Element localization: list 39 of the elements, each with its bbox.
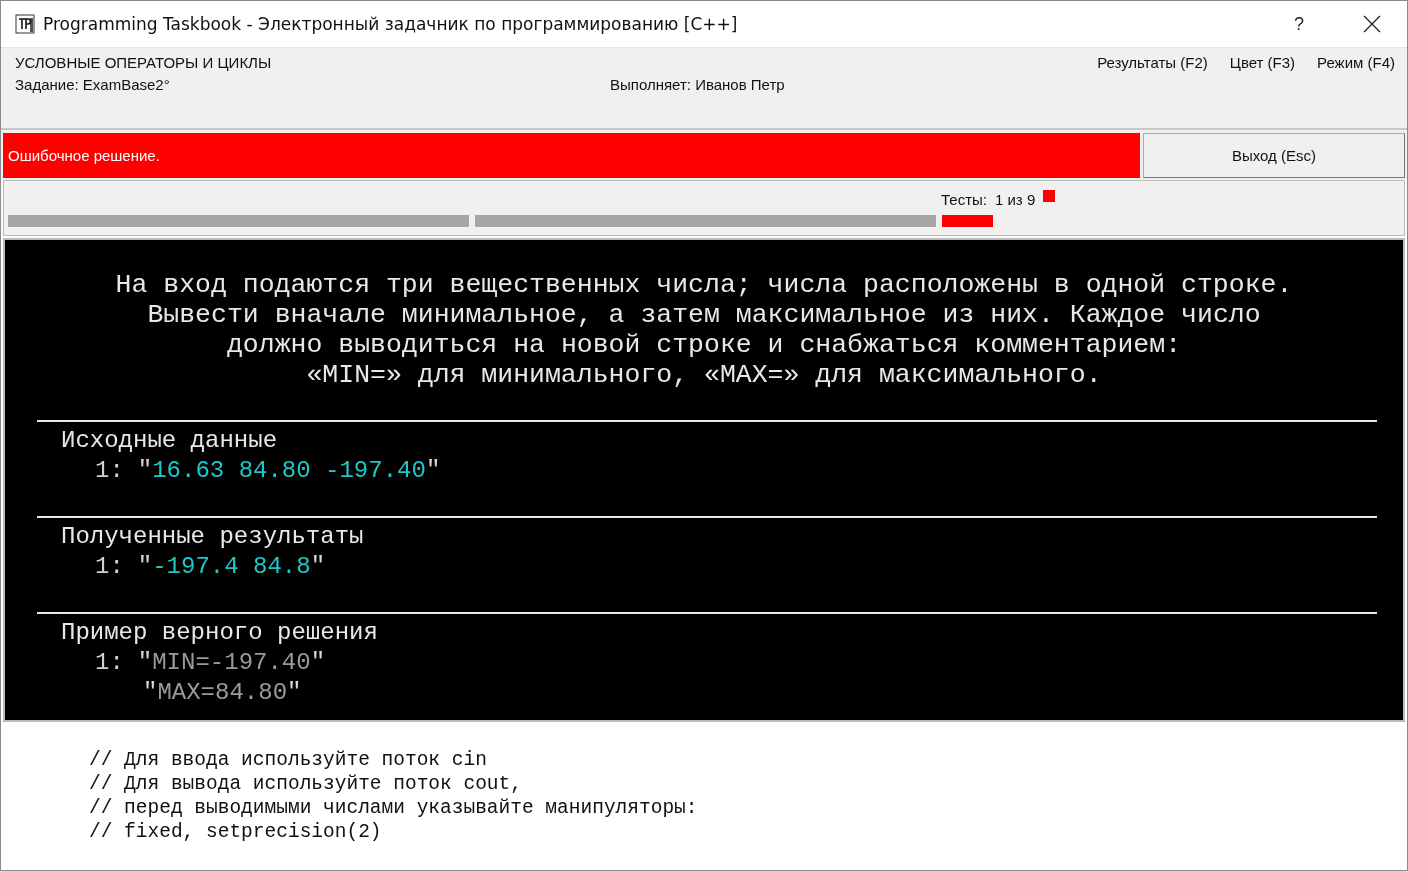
- menu-item[interactable]: Режим (F4): [1317, 54, 1395, 71]
- menu-item[interactable]: Цвет (F3): [1229, 54, 1296, 71]
- tests-count: 1 из 9: [995, 190, 1036, 208]
- code-comment: // fixed, setprecision(2): [89, 820, 383, 844]
- quote-mark: ": [310, 648, 326, 678]
- line-number: 1:: [95, 648, 124, 678]
- student-name: Выполняет: Иванов Петр: [610, 76, 786, 95]
- task-description-line: На вход подаются три вещественных числа; числа расположены в одной строке.: [114, 270, 1294, 300]
- task-group-title: УСЛОВНЫЕ ОПЕРАТОРЫ И ЦИКЛЫ: [15, 54, 273, 73]
- output-value: MAX=84.80: [157, 678, 288, 708]
- section-title: Полученные результаты: [61, 522, 365, 552]
- quote-mark: ": [137, 648, 153, 678]
- quote-mark: ": [425, 456, 441, 486]
- code-comment: // Для ввода используйте поток cin: [89, 748, 488, 772]
- task-description-line: должно выводиться на новой строке и снабжаться комментарием:: [225, 330, 1183, 360]
- status-message: Ошибочное решение.: [3, 133, 1140, 178]
- help-button[interactable]: ?: [1269, 13, 1329, 35]
- line-number: 1:: [95, 456, 124, 486]
- section-title: Пример верного решения: [61, 618, 379, 648]
- quote-mark: ": [137, 456, 153, 486]
- code-comment: // Для вывода используйте поток cout,: [89, 772, 523, 796]
- output-value: MIN=-197.40: [152, 648, 311, 678]
- app-logo-icon: [15, 14, 35, 34]
- task-name: Задание: ExamBase2°: [15, 76, 171, 95]
- line-number: 1:: [95, 552, 124, 582]
- quote-mark: ": [137, 552, 153, 582]
- exit-button[interactable]: Выход (Esc): [1143, 133, 1405, 178]
- tests-label: Тесты:: [941, 190, 987, 208]
- quote-mark: ": [287, 678, 302, 708]
- quote-mark: ": [310, 552, 326, 582]
- task-description-line: «MIN=» для минимального, «MAX=» для максимального.: [305, 360, 1103, 390]
- output-value: 16.63 84.80 -197.40: [152, 456, 426, 486]
- task-description-line: Вывести вначале минимальное, а затем максимальное из них. Каждое число: [146, 300, 1262, 330]
- code-comment: // перед выводимыми числами указывайте манипуляторы:: [89, 796, 699, 820]
- quote-mark: ": [143, 678, 158, 708]
- section-title: Исходные данные: [61, 426, 279, 456]
- window-title: Programming Taskbook - Электронный задачник по программированию [C++]: [43, 14, 739, 34]
- menu-item[interactable]: Результаты (F2): [1097, 54, 1208, 71]
- output-value: -197.4 84.8: [152, 552, 311, 582]
